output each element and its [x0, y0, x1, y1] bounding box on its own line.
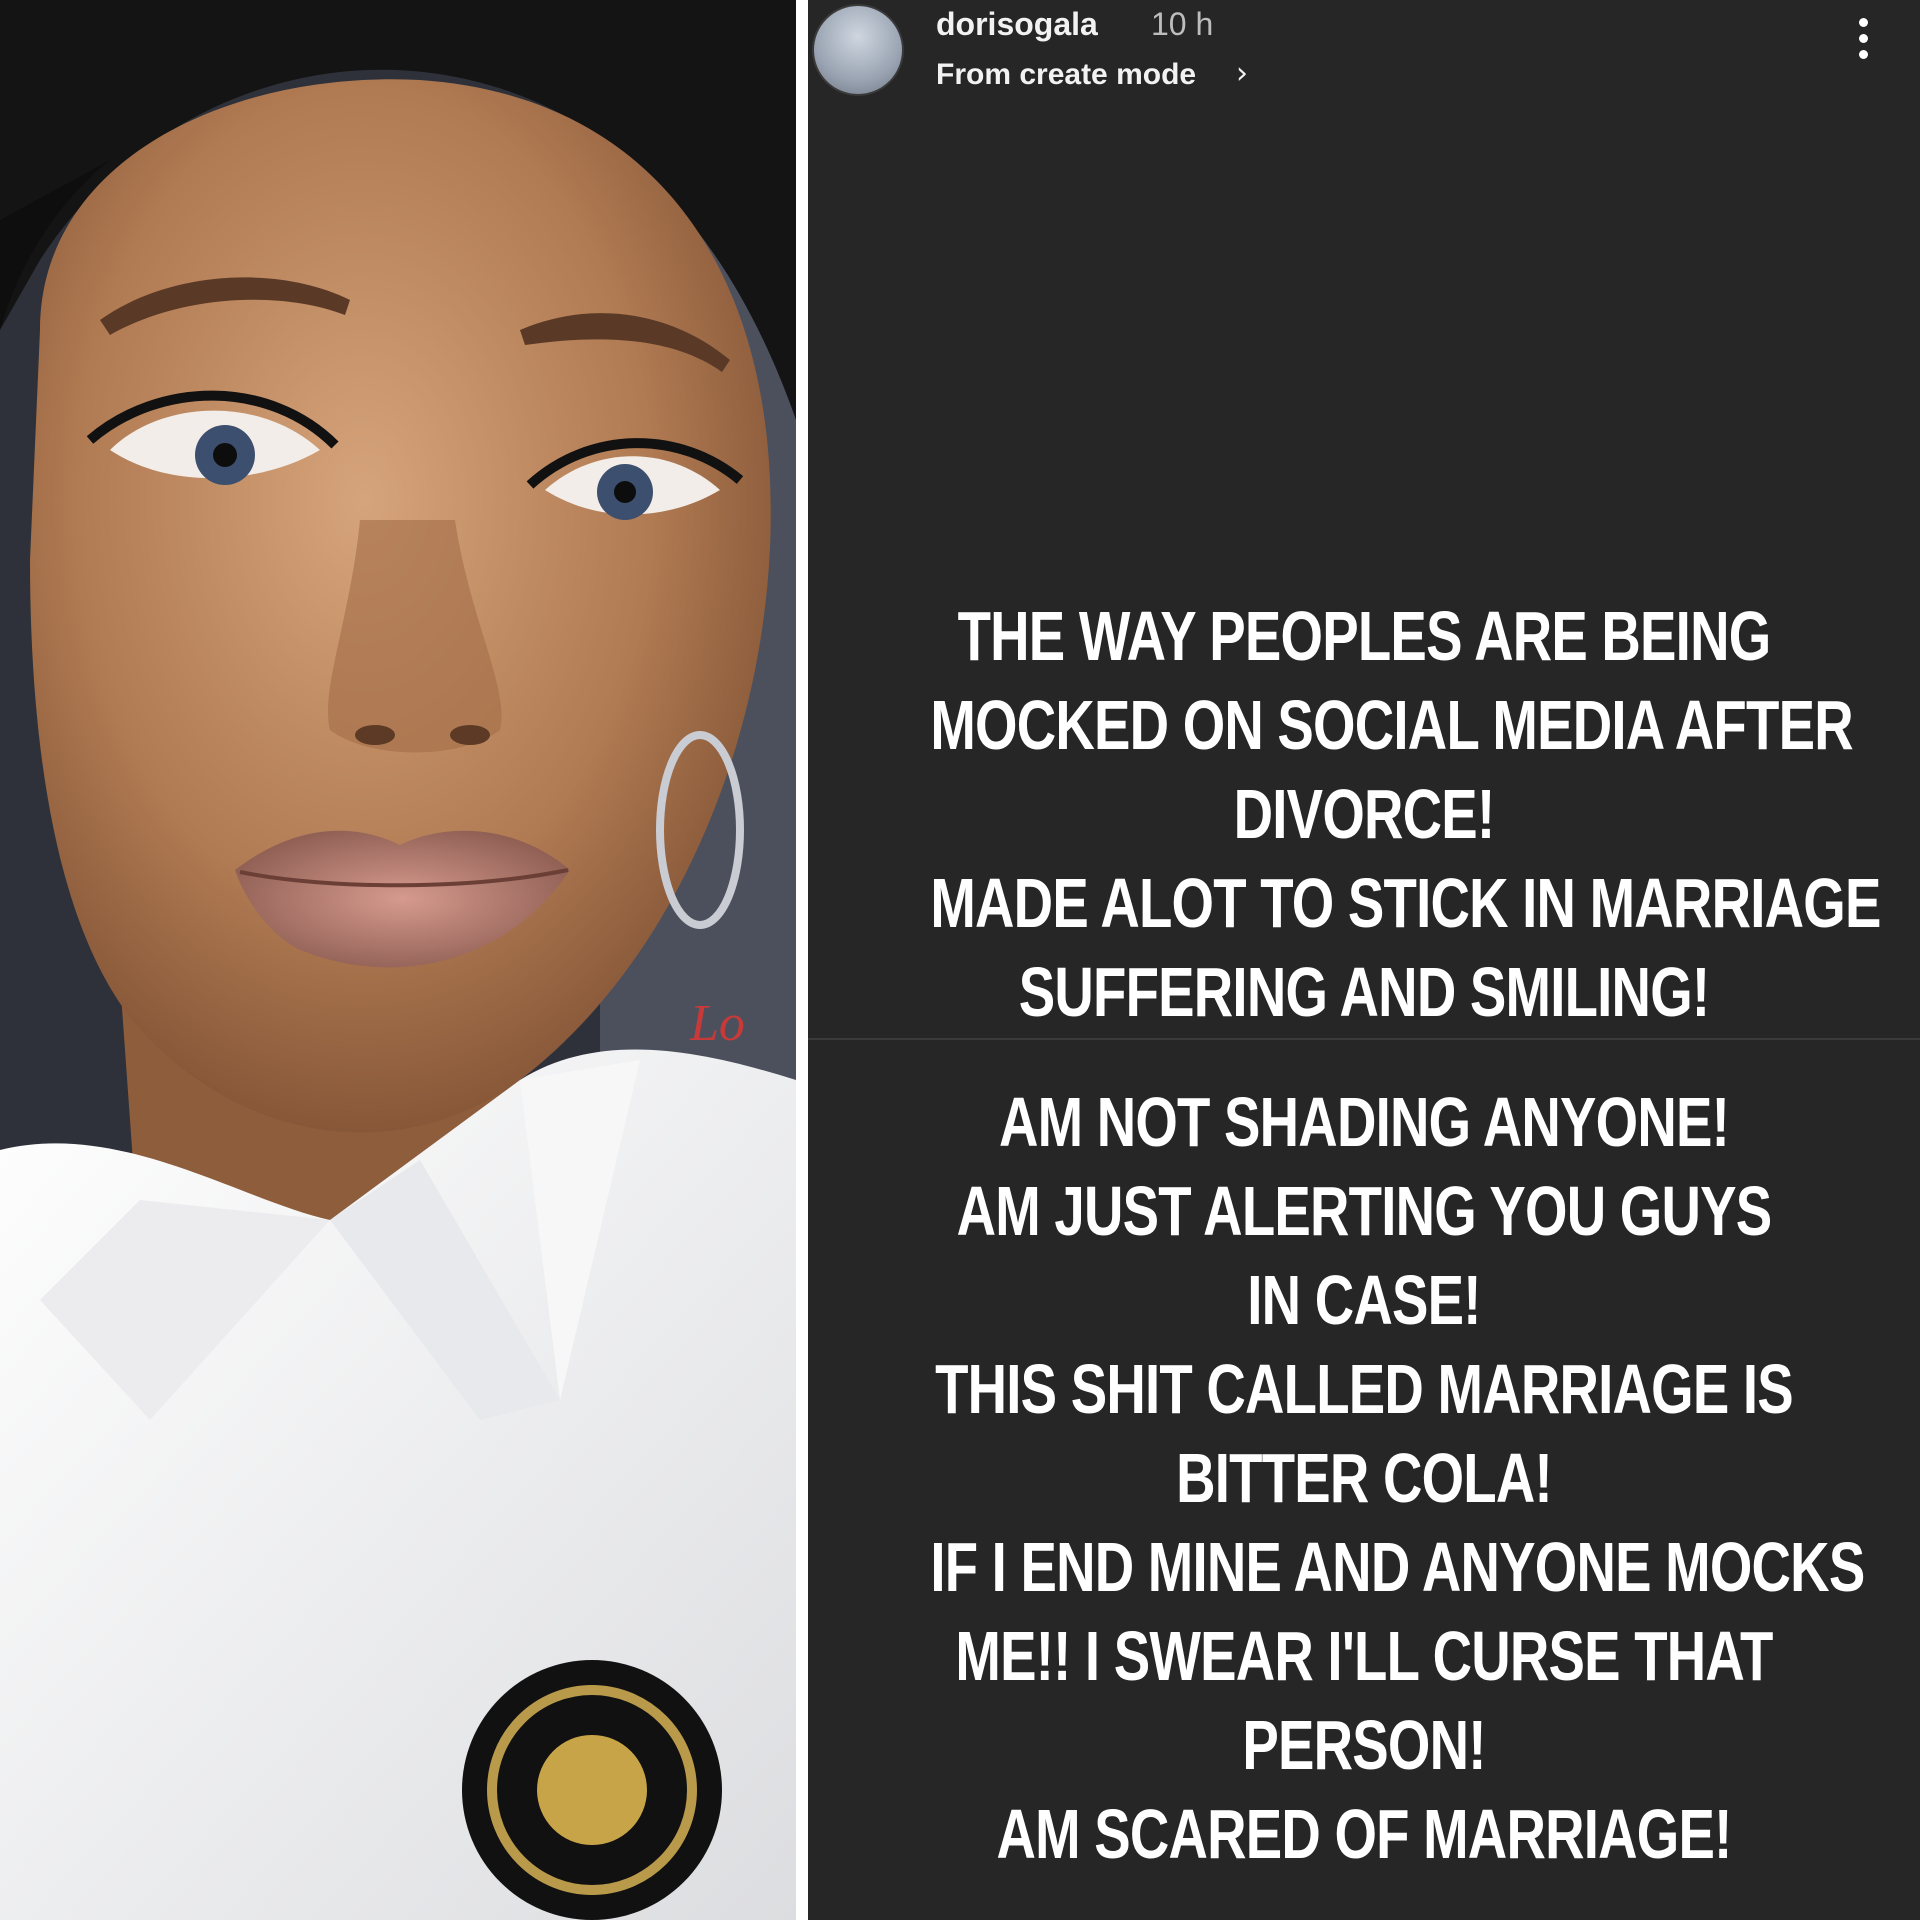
story-line: AM NOT SHADING ANYONE! [998, 1083, 1730, 1161]
story-header: dorisogala 10 h From create mode › [808, 0, 1920, 110]
story-text-block-2: AM NOT SHADING ANYONE! AM JUST ALERTING … [930, 1078, 1865, 1879]
story-line: THE WAY PEOPLES ARE BEING [957, 597, 1772, 675]
portrait-photo: Lo [0, 0, 796, 1920]
story-line: AM JUST ALERTING YOU GUYS [956, 1172, 1773, 1250]
chevron-right-icon[interactable]: › [1236, 56, 1248, 91]
username[interactable]: dorisogala [936, 6, 1098, 43]
background-label: Lo [689, 995, 745, 1052]
story-line: MADE ALOT TO STICK IN MARRIAGE [930, 864, 1881, 942]
story-line: ME!! I SWEAR I'LL CURSE THAT [955, 1617, 1773, 1695]
story-line: IN CASE! [1247, 1261, 1481, 1339]
story-line: IF I END MINE AND ANYONE MOCKS [930, 1528, 1865, 1606]
story-line: THIS SHIT CALLED MARRIAGE IS [935, 1350, 1794, 1428]
story-line: MOCKED ON SOCIAL MEDIA AFTER [930, 686, 1853, 764]
story-line: BITTER COLA! [1176, 1439, 1553, 1517]
story-line: AM SCARED OF MARRIAGE! [996, 1795, 1732, 1873]
story-line: DIVORCE! [1233, 775, 1495, 853]
story-line: PERSON! [1242, 1706, 1486, 1784]
panel-divider [796, 0, 808, 1920]
story-view: dorisogala 10 h From create mode › THE W… [808, 0, 1920, 1920]
screenshot-seam [808, 1038, 1920, 1040]
more-vertical-icon[interactable] [1848, 18, 1878, 74]
story-timestamp: 10 h [1151, 6, 1214, 42]
portrait-illustration: Lo [0, 0, 796, 1920]
story-text-block-1: THE WAY PEOPLES ARE BEING MOCKED ON SOCI… [930, 592, 1881, 1037]
create-mode-link[interactable]: From create mode [936, 58, 1196, 92]
story-line: SUFFERING AND SMILING! [1018, 953, 1710, 1031]
profile-avatar[interactable] [812, 4, 904, 96]
